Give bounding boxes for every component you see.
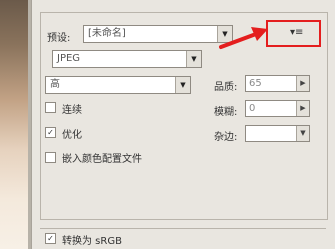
chevron-down-icon: ▼ [296, 126, 309, 141]
quality-preset-value: 高 [50, 79, 60, 90]
quality-label: 品质: [214, 82, 238, 93]
chevron-down-icon: ▼ [175, 77, 190, 93]
embed-profile-label: 嵌入颜色配置文件 [62, 154, 142, 165]
format-value: JPEG [57, 53, 81, 64]
preset-label: 预设: [47, 33, 71, 44]
blur-value: 0 [249, 103, 256, 114]
convert-srgb-checkbox[interactable]: ✓ [45, 233, 56, 244]
embed-profile-checkbox[interactable] [45, 152, 56, 163]
optimized-label: 优化 [62, 130, 82, 141]
optimized-checkbox[interactable]: ✓ [45, 127, 56, 138]
chevron-down-icon: ▼ [186, 51, 201, 67]
image-preview [0, 0, 28, 249]
convert-srgb-label: 转换为 sRGB [62, 236, 122, 247]
preset-select[interactable]: [未命名] ▼ [83, 25, 233, 43]
quality-preset-select[interactable]: 高 ▼ [45, 76, 191, 94]
format-select[interactable]: JPEG ▼ [52, 50, 202, 68]
annotation-arrow-icon [219, 27, 268, 49]
quality-input[interactable]: 65 ▶ [245, 75, 310, 92]
matte-label: 杂边: [214, 132, 238, 143]
progressive-checkbox[interactable] [45, 102, 56, 113]
matte-select[interactable]: ▼ [245, 125, 310, 142]
highlight-box [266, 20, 321, 47]
blur-label: 模糊: [214, 107, 238, 118]
chevron-right-icon[interactable]: ▶ [296, 76, 309, 91]
quality-value: 65 [249, 78, 262, 89]
preset-value: [未命名] [88, 28, 126, 39]
chevron-right-icon[interactable]: ▶ [296, 101, 309, 116]
blur-input[interactable]: 0 ▶ [245, 100, 310, 117]
progressive-label: 连续 [62, 105, 82, 116]
